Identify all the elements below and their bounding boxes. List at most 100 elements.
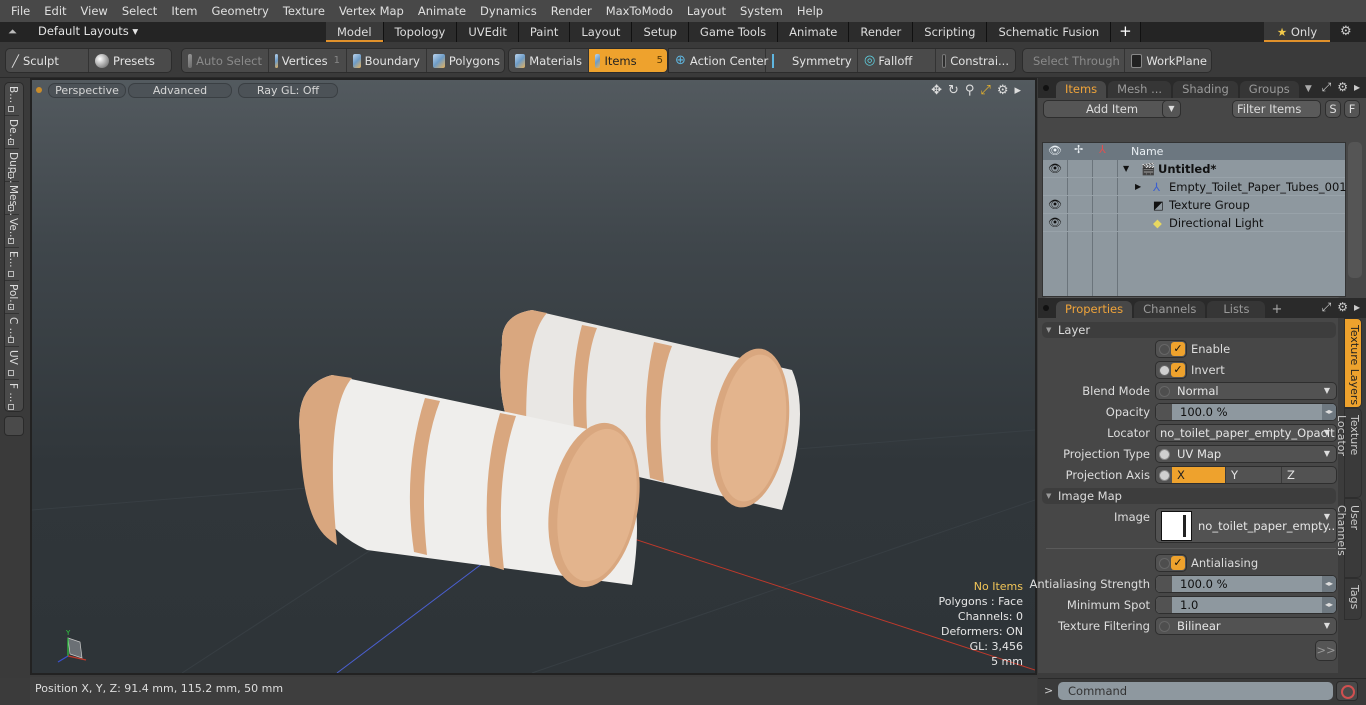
- maximize-icon[interactable]: ⤢: [980, 83, 990, 98]
- vertices-button[interactable]: Vertices 1: [269, 49, 347, 72]
- palette-tab-edge[interactable]: E...: [5, 248, 19, 281]
- command-input[interactable]: Command: [1058, 682, 1333, 700]
- items-button[interactable]: Items 5: [589, 49, 667, 72]
- collapse-up-icon[interactable]: ⏶: [8, 25, 20, 39]
- menu-select[interactable]: Select: [115, 0, 164, 22]
- menu-dynamics[interactable]: Dynamics: [473, 0, 544, 22]
- falloff-button[interactable]: ◎ Falloff: [858, 49, 936, 72]
- record-macro-button[interactable]: [1336, 681, 1358, 701]
- axis-y-option[interactable]: Y: [1226, 467, 1282, 483]
- presets-button[interactable]: Presets: [89, 49, 171, 72]
- visibility-eye-icon[interactable]: 👁: [1048, 196, 1062, 214]
- tab-lists[interactable]: Lists: [1207, 301, 1266, 318]
- palette-tab-deform[interactable]: De...: [5, 116, 19, 149]
- tab-properties[interactable]: Properties: [1056, 301, 1133, 318]
- menu-render[interactable]: Render: [544, 0, 599, 22]
- projection-type-dropdown[interactable]: UV Map ▼: [1155, 445, 1337, 463]
- action-center-button[interactable]: ⊕ Action Center: [669, 49, 768, 72]
- tab-items[interactable]: Items: [1056, 81, 1107, 98]
- slider-arrows-icon[interactable]: ◂▸: [1322, 576, 1336, 592]
- tab-topology[interactable]: Topology: [383, 22, 458, 42]
- 3d-viewport[interactable]: Y Perspective Advanced Ray GL: Off ✥ ↻ ⚲…: [30, 78, 1037, 675]
- tab-schematic-fusion[interactable]: Schematic Fusion: [987, 22, 1112, 42]
- enable-checkbox[interactable]: ✓: [1155, 340, 1187, 358]
- palette-tab-curve[interactable]: C ...: [5, 314, 19, 347]
- menu-animate[interactable]: Animate: [411, 0, 473, 22]
- name-column-header[interactable]: Name: [1131, 145, 1163, 158]
- advanced-button[interactable]: Advanced: [128, 83, 232, 98]
- add-tab-button[interactable]: +: [1111, 22, 1141, 42]
- menu-file[interactable]: File: [4, 0, 37, 22]
- tab-shading[interactable]: Shading: [1173, 81, 1238, 98]
- visibility-header-icon[interactable]: 👁: [1048, 144, 1062, 157]
- image-map-section-header[interactable]: Image Map: [1042, 488, 1336, 504]
- sculpt-button[interactable]: ╱ Sculpt: [6, 49, 89, 72]
- perspective-button[interactable]: Perspective: [48, 83, 126, 98]
- tab-uvedit[interactable]: UVEdit: [457, 22, 519, 42]
- tab-animate[interactable]: Animate: [778, 22, 850, 42]
- materials-button[interactable]: Materials: [509, 49, 589, 72]
- axis-header-icon[interactable]: ⅄: [1099, 143, 1106, 156]
- symmetry-button[interactable]: Symmetry: [766, 49, 858, 72]
- boundary-button[interactable]: Boundary: [347, 49, 427, 72]
- slider-arrows-icon[interactable]: ◂▸: [1322, 597, 1336, 613]
- tree-row-scene[interactable]: 👁 ▼ 🎬 Untitled*: [1043, 160, 1345, 178]
- slider-arrows-icon[interactable]: ◂▸: [1322, 404, 1336, 420]
- palette-tab-uv[interactable]: UV: [5, 347, 19, 380]
- menu-geometry[interactable]: Geometry: [205, 0, 276, 22]
- add-panel-tab-button[interactable]: +: [1271, 301, 1282, 318]
- tab-groups[interactable]: Groups: [1239, 81, 1299, 98]
- tab-model[interactable]: Model: [326, 22, 384, 42]
- tab-render[interactable]: Render: [849, 22, 914, 42]
- side-tab-texture-locator[interactable]: Texture Locator: [1335, 408, 1362, 498]
- visibility-eye-icon[interactable]: 👁: [1048, 214, 1062, 232]
- expand-arrow-icon[interactable]: ▼: [1123, 160, 1129, 178]
- tab-channels[interactable]: Channels: [1134, 301, 1206, 318]
- zoom-view-icon[interactable]: ⚲: [965, 83, 975, 98]
- raygl-button[interactable]: Ray GL: Off: [238, 83, 338, 98]
- antialiasing-checkbox[interactable]: ✓: [1155, 554, 1187, 572]
- select-through-button[interactable]: Select Through: [1023, 49, 1125, 72]
- side-tab-user-channels[interactable]: User Channels: [1335, 498, 1362, 578]
- rotate-view-icon[interactable]: ↻: [948, 83, 959, 98]
- menu-item[interactable]: Item: [164, 0, 204, 22]
- panel-menu-dot[interactable]: [1043, 305, 1049, 311]
- workplane-button[interactable]: WorkPlane: [1125, 49, 1211, 72]
- pop-out-icon[interactable]: ⤢: [1322, 80, 1332, 95]
- tab-layout[interactable]: Layout: [570, 22, 633, 42]
- locator-dropdown[interactable]: no_toilet_paper_empty_Opacit ... ▼: [1155, 424, 1337, 442]
- collapse-arrow-icon[interactable]: ▶: [1135, 178, 1141, 196]
- panel-gear-icon[interactable]: ⚙: [1337, 80, 1348, 95]
- gear-icon[interactable]: ⚙: [1340, 24, 1352, 39]
- palette-tab-fusion[interactable]: F ...: [5, 380, 19, 413]
- tree-row-mesh[interactable]: ▶ ⅄ Empty_Toilet_Paper_Tubes_001: [1043, 178, 1347, 196]
- filter-items-input[interactable]: Filter Items: [1232, 100, 1321, 118]
- add-item-dropdown-icon[interactable]: ▼: [1162, 100, 1181, 118]
- menu-vertex-map[interactable]: Vertex Map: [332, 0, 411, 22]
- image-dropdown[interactable]: no_toilet_paper_empty... ▼: [1155, 508, 1337, 543]
- invert-checkbox[interactable]: ✓: [1155, 361, 1187, 379]
- polygons-button[interactable]: Polygons: [427, 49, 504, 72]
- tab-game-tools[interactable]: Game Tools: [688, 22, 779, 42]
- palette-tab-polygon[interactable]: Pol...: [5, 281, 19, 314]
- more-tabs-chevron-icon[interactable]: ▼: [1305, 81, 1312, 98]
- menu-maxtomodo[interactable]: MaxToModo: [599, 0, 680, 22]
- aa-strength-field[interactable]: 100.0 % ◂▸: [1155, 575, 1337, 593]
- tab-mesh[interactable]: Mesh ...: [1108, 81, 1172, 98]
- tree-row-light[interactable]: 👁 ◆ Directional Light: [1043, 214, 1345, 232]
- pop-out-icon[interactable]: ⤢: [1322, 300, 1332, 315]
- palette-tab-basic[interactable]: B...: [5, 83, 19, 116]
- panel-gear-icon[interactable]: ⚙: [1337, 300, 1348, 315]
- palette-extra-button[interactable]: [4, 416, 24, 436]
- lock-header-icon[interactable]: ✢: [1074, 143, 1083, 156]
- f-button[interactable]: F: [1344, 100, 1360, 118]
- opacity-field[interactable]: 100.0 % ◂▸: [1155, 403, 1337, 421]
- menu-layout[interactable]: Layout: [680, 0, 733, 22]
- menu-texture[interactable]: Texture: [276, 0, 332, 22]
- constraints-button[interactable]: Constrai...: [936, 49, 1015, 72]
- menu-edit[interactable]: Edit: [37, 0, 73, 22]
- panel-arrow-icon[interactable]: ▸: [1354, 300, 1360, 315]
- panel-menu-dot[interactable]: [1043, 85, 1049, 91]
- more-button[interactable]: >>: [1315, 640, 1337, 661]
- viewport-settings-icon[interactable]: ⚙: [997, 83, 1009, 98]
